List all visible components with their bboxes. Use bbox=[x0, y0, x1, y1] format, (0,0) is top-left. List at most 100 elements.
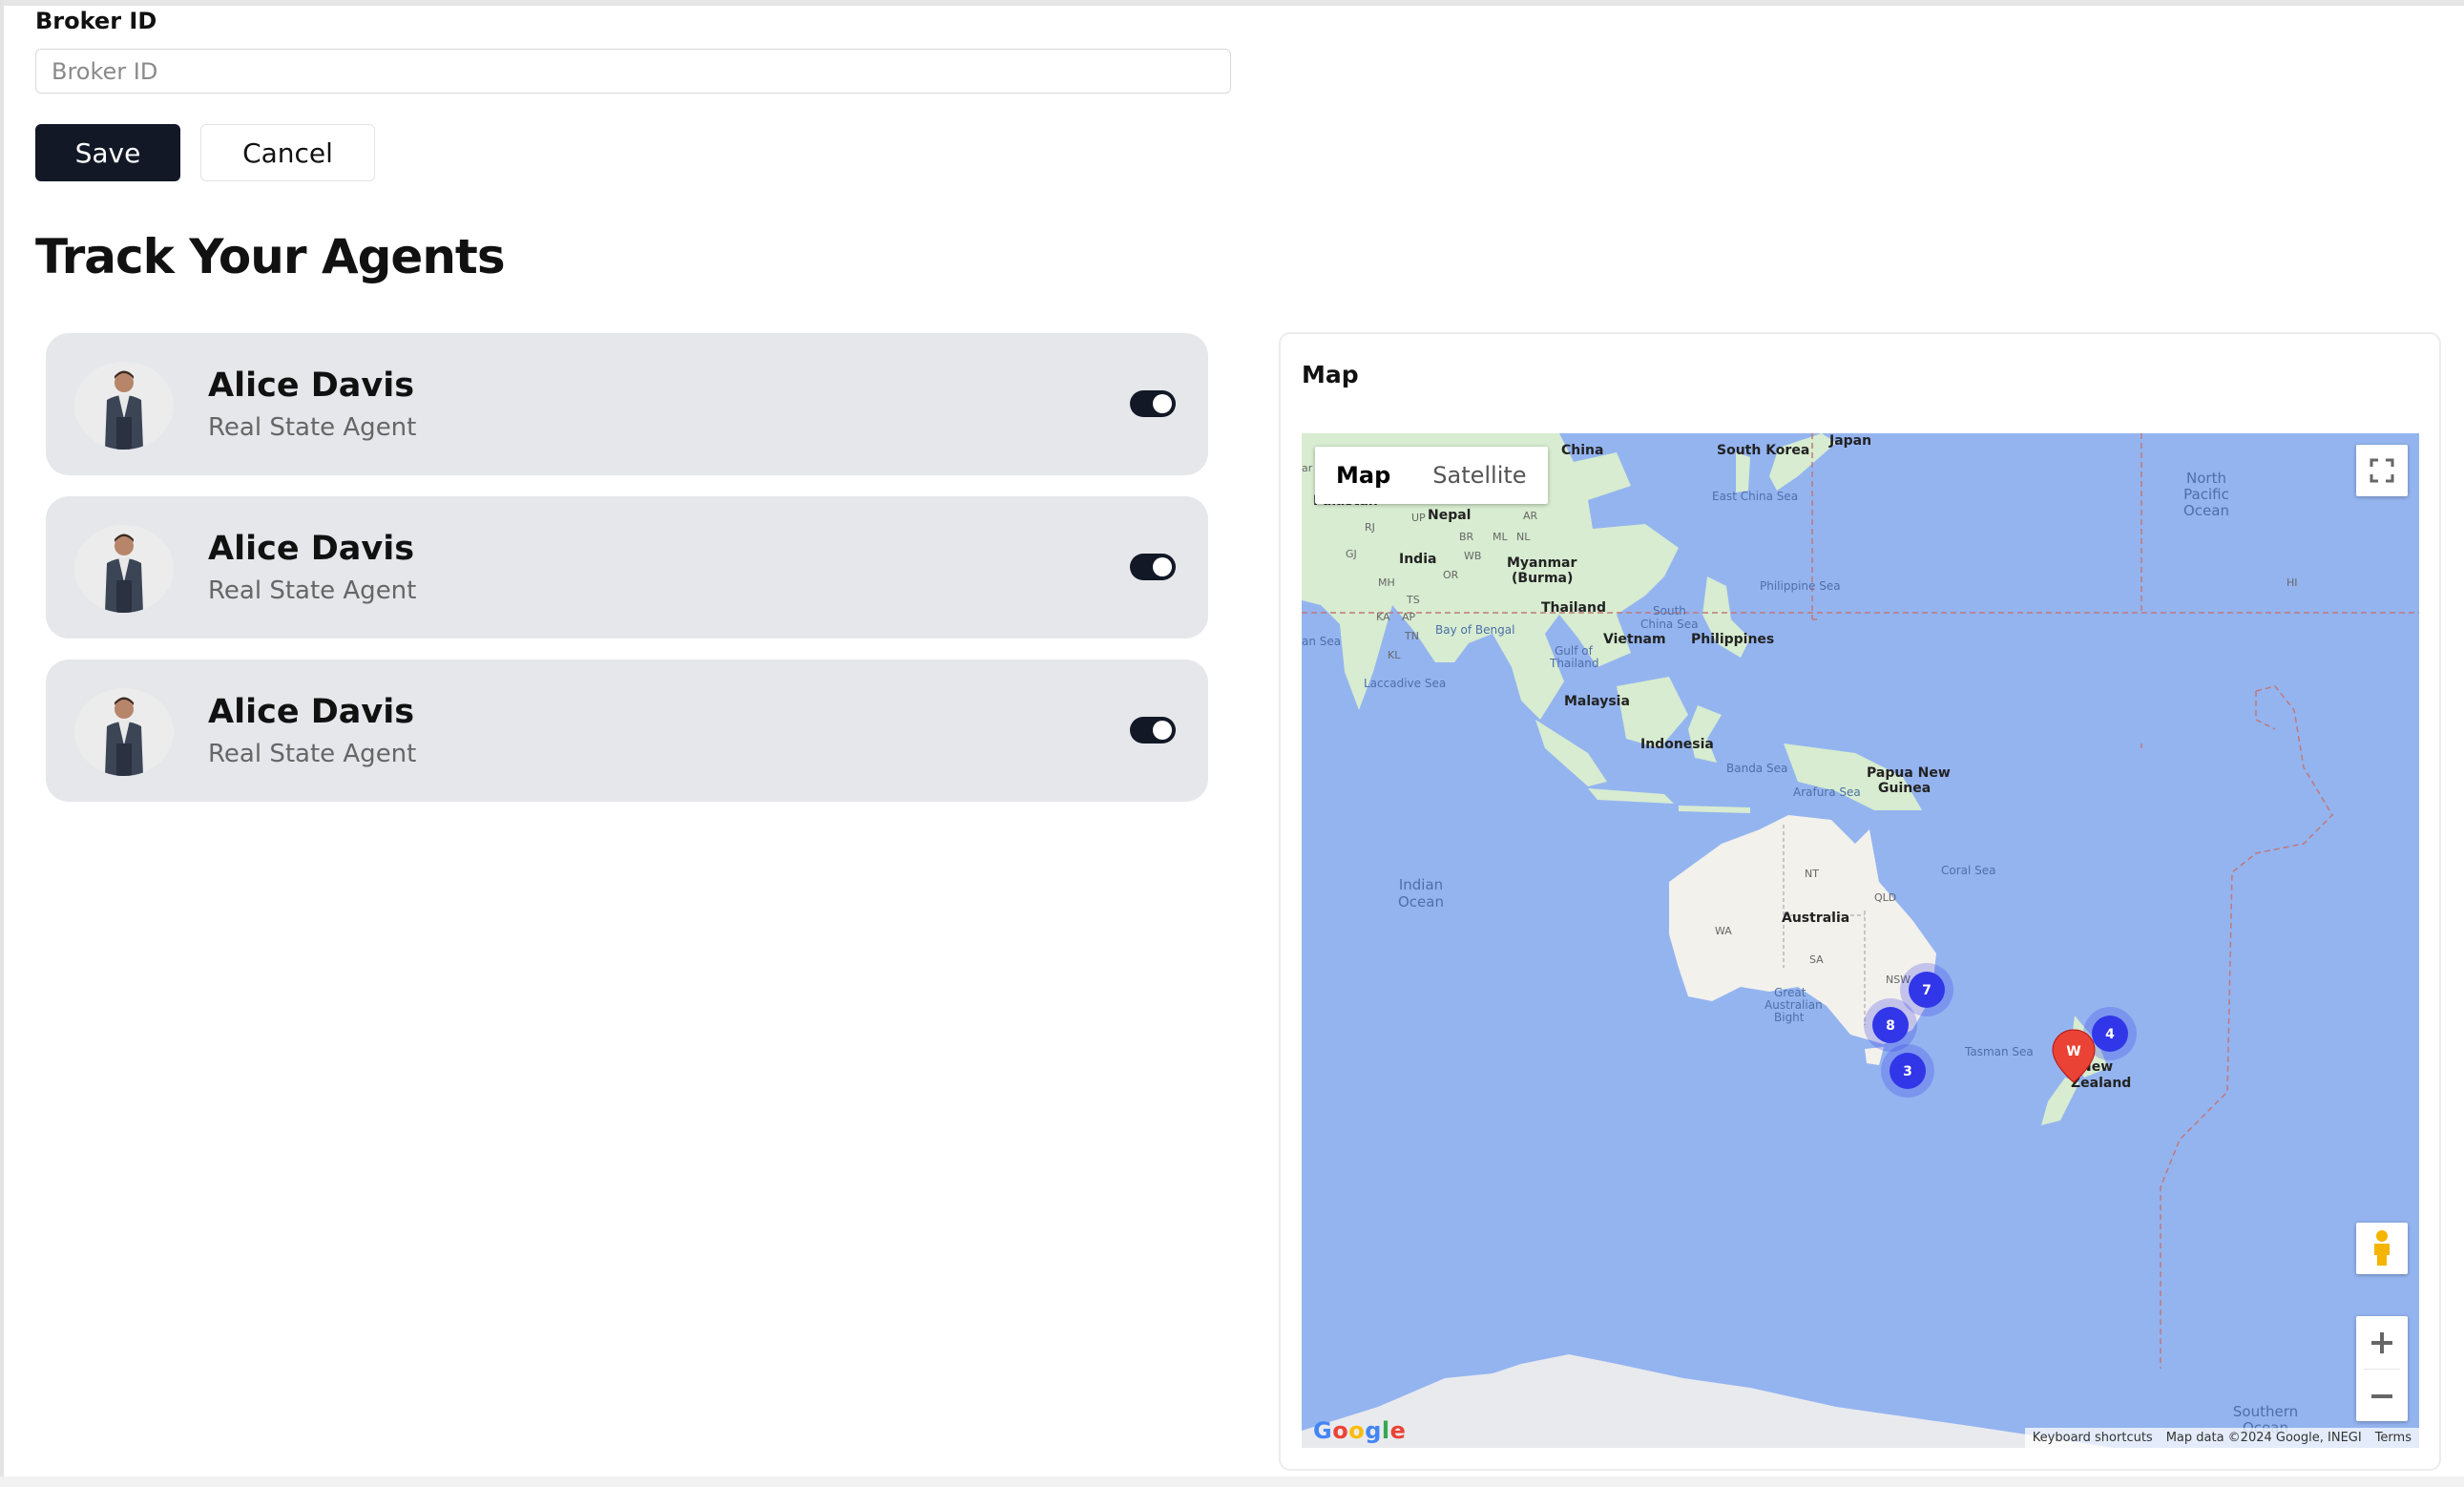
avatar bbox=[74, 688, 174, 776]
agent-role: Real State Agent bbox=[208, 413, 417, 442]
agent-name: Alice Davis bbox=[208, 367, 415, 405]
street-view-button[interactable] bbox=[2356, 1223, 2408, 1274]
cluster-count: 3 bbox=[1903, 1064, 1912, 1079]
zoom-in-button[interactable] bbox=[2356, 1316, 2408, 1369]
map-label-nl: NL bbox=[1516, 531, 1531, 543]
window-top-edge bbox=[0, 0, 2464, 6]
map-type-control: Map Satellite bbox=[1315, 447, 1548, 504]
map-label-indian-ocean-1: Indian bbox=[1399, 876, 1443, 893]
map-label-north-pacific-2: Pacific bbox=[2183, 486, 2229, 503]
map-label-indian-ocean-2: Ocean bbox=[1398, 893, 1444, 911]
tracking-toggle[interactable] bbox=[1130, 717, 1176, 744]
map-label-philippine-sea: Philippine Sea bbox=[1760, 579, 1841, 593]
map-label-south-china-1: South bbox=[1653, 604, 1686, 618]
map-label-bight-1: Great bbox=[1774, 986, 1806, 999]
map-label-arafura: Arafura Sea bbox=[1793, 785, 1861, 799]
map-label-ml: ML bbox=[1493, 531, 1508, 543]
toggle-knob bbox=[1153, 557, 1172, 576]
map-label-ts: TS bbox=[1406, 594, 1420, 606]
map-label-gj: GJ bbox=[1346, 548, 1357, 560]
map-label-laccadive: Laccadive Sea bbox=[1364, 677, 1446, 690]
map-card: Map China South Korea Japan Nepal India … bbox=[1279, 332, 2441, 1471]
window-bottom-edge bbox=[0, 1477, 2464, 1487]
fullscreen-button[interactable] bbox=[2356, 445, 2408, 496]
cluster-count: 7 bbox=[1922, 983, 1932, 998]
save-button[interactable]: Save bbox=[35, 124, 180, 181]
map-label-burma: (Burma) bbox=[1512, 571, 1573, 586]
map-label-bight-2: Australian bbox=[1764, 998, 1823, 1012]
broker-id-label: Broker ID bbox=[35, 8, 157, 34]
cluster-marker[interactable]: 8 bbox=[1864, 998, 1917, 1052]
map-label-philippines: Philippines bbox=[1691, 632, 1774, 647]
map-type-satellite[interactable]: Satellite bbox=[1411, 447, 1547, 504]
map-label-qld: QLD bbox=[1874, 891, 1896, 904]
agent-role: Real State Agent bbox=[208, 576, 417, 605]
zoom-control bbox=[2356, 1316, 2408, 1421]
agent-card[interactable]: Alice Davis Real State Agent bbox=[46, 660, 1208, 802]
map-tiles: China South Korea Japan Pakistan Nepal I… bbox=[1302, 433, 2419, 1448]
map-label-thailand: Thailand bbox=[1541, 600, 1606, 616]
map-label-india: India bbox=[1399, 552, 1436, 567]
agent-card[interactable]: Alice Davis Real State Agent bbox=[46, 496, 1208, 639]
cluster-count: 8 bbox=[1886, 1018, 1895, 1034]
map-data-text: Map data ©2024 Google, INEGI bbox=[2165, 1431, 2362, 1445]
cluster-marker[interactable]: 3 bbox=[1881, 1044, 1934, 1098]
map-label-myanmar: Myanmar bbox=[1507, 555, 1577, 571]
map-label-south-korea: South Korea bbox=[1717, 443, 1809, 458]
fullscreen-icon bbox=[2370, 458, 2394, 483]
map-label-coral: Coral Sea bbox=[1941, 864, 1996, 877]
agent-role: Real State Agent bbox=[208, 740, 417, 768]
page-title: Track Your Agents bbox=[35, 229, 506, 284]
map-label-wb: WB bbox=[1464, 550, 1481, 562]
map-label-australia: Australia bbox=[1782, 911, 1849, 926]
tracking-toggle[interactable] bbox=[1130, 390, 1176, 417]
map-label-east-china-sea: East China Sea bbox=[1712, 490, 1798, 503]
broker-id-input[interactable] bbox=[35, 49, 1231, 94]
map-canvas[interactable]: China South Korea Japan Pakistan Nepal I… bbox=[1302, 433, 2419, 1448]
map-label-br: BR bbox=[1459, 531, 1474, 543]
map-label-wa: WA bbox=[1715, 925, 1732, 937]
map-label-sa: SA bbox=[1809, 953, 1824, 966]
agent-card[interactable]: Alice Davis Real State Agent bbox=[46, 333, 1208, 475]
map-label-zealand: Zealand bbox=[2071, 1076, 2131, 1091]
map-label-or: OR bbox=[1443, 569, 1459, 581]
map-label-tn: TN bbox=[1404, 630, 1419, 642]
toggle-knob bbox=[1153, 394, 1172, 413]
map-label-vietnam: Vietnam bbox=[1603, 632, 1666, 647]
map-label-an-sea: an Sea bbox=[1302, 635, 1341, 648]
avatar bbox=[74, 362, 174, 450]
map-label-papua: Papua New bbox=[1867, 765, 1951, 781]
map-label-gulf-2: Thailand bbox=[1549, 657, 1599, 670]
map-label-nepal: Nepal bbox=[1428, 508, 1471, 523]
map-label-mh: MH bbox=[1378, 576, 1395, 589]
map-label-bay-bengal: Bay of Bengal bbox=[1435, 623, 1514, 637]
google-logo[interactable]: Google bbox=[1313, 1417, 1406, 1444]
tracking-toggle[interactable] bbox=[1130, 554, 1176, 580]
agent-name: Alice Davis bbox=[208, 693, 415, 731]
map-label-north-pacific-1: North bbox=[2186, 470, 2226, 487]
map-label-gulf-1: Gulf of bbox=[1555, 644, 1594, 658]
map-label-banda: Banda Sea bbox=[1726, 762, 1787, 775]
map-type-map[interactable]: Map bbox=[1315, 447, 1411, 504]
cluster-count: 4 bbox=[2105, 1027, 2115, 1042]
agent-name: Alice Davis bbox=[208, 530, 415, 568]
zoom-out-button[interactable] bbox=[2356, 1370, 2408, 1422]
map-label-malaysia: Malaysia bbox=[1564, 694, 1630, 709]
minus-icon bbox=[2371, 1393, 2392, 1398]
map-label-nt: NT bbox=[1805, 868, 1819, 880]
cancel-button[interactable]: Cancel bbox=[200, 124, 375, 181]
toggle-knob bbox=[1153, 721, 1172, 740]
map-attribution: Keyboard shortcuts Map data ©2024 Google… bbox=[2024, 1428, 2419, 1448]
map-label-ap: AP bbox=[1402, 611, 1416, 623]
keyboard-shortcuts-link[interactable]: Keyboard shortcuts bbox=[2033, 1431, 2153, 1445]
map-label-rj: RJ bbox=[1365, 521, 1375, 534]
pegman-icon bbox=[2374, 1230, 2390, 1266]
map-label-tasman: Tasman Sea bbox=[1964, 1045, 2034, 1058]
map-title: Map bbox=[1302, 361, 1359, 388]
terms-link[interactable]: Terms bbox=[2375, 1431, 2412, 1445]
map-label-up: UP bbox=[1411, 512, 1426, 524]
pin-label: W bbox=[2066, 1044, 2080, 1059]
map-label-kl: KL bbox=[1388, 649, 1401, 661]
korea-landmass bbox=[1736, 452, 1750, 492]
map-label-southern-ocean-1: Southern bbox=[2233, 1403, 2298, 1420]
